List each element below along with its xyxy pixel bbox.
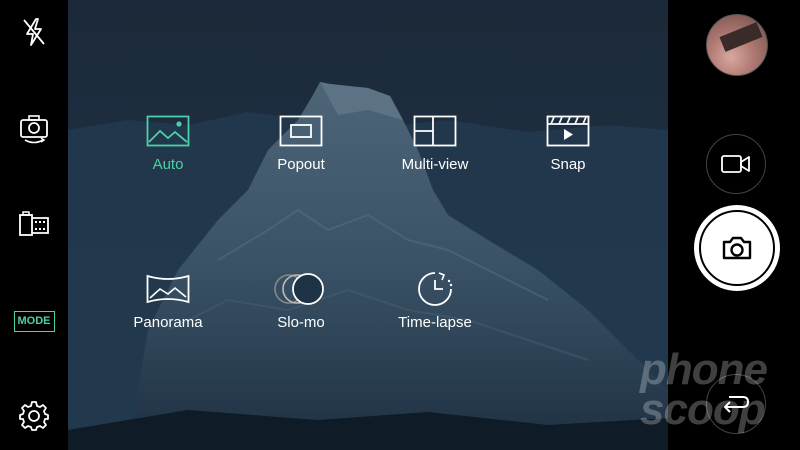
film-roll-icon[interactable] bbox=[14, 204, 54, 244]
mode-multi-view[interactable]: Multi-view bbox=[375, 114, 495, 173]
camera-viewfinder[interactable]: Auto Popout Multi-view Snap Panorama Slo… bbox=[68, 0, 668, 450]
gear-icon[interactable] bbox=[14, 396, 54, 436]
mode-label: Auto bbox=[152, 156, 184, 173]
mountain-scene bbox=[68, 0, 668, 450]
thumbnail-object bbox=[719, 22, 763, 52]
video-record-button[interactable] bbox=[706, 134, 766, 194]
left-toolbar: MODE bbox=[0, 0, 68, 450]
watermark: phone scoop bbox=[640, 345, 768, 434]
mode-label: MODE bbox=[13, 310, 55, 332]
switch-camera-icon[interactable] bbox=[14, 108, 54, 148]
mode-auto[interactable]: Auto bbox=[108, 114, 228, 173]
mode-label: Popout bbox=[277, 156, 325, 173]
mode-label: Slo-mo bbox=[277, 314, 325, 331]
shutter-ring bbox=[699, 210, 775, 286]
time-lapse-icon bbox=[375, 272, 495, 306]
mode-panorama[interactable]: Panorama bbox=[108, 272, 228, 331]
landscape-icon bbox=[108, 114, 228, 148]
mode-button[interactable]: MODE bbox=[13, 301, 55, 341]
multi-view-icon bbox=[375, 114, 495, 148]
popout-icon bbox=[241, 114, 361, 148]
mode-label: Multi-view bbox=[401, 156, 469, 173]
mode-label: Snap bbox=[550, 156, 586, 173]
mode-label: Time-lapse bbox=[398, 314, 472, 331]
shutter-button[interactable] bbox=[694, 205, 780, 291]
mode-snap[interactable]: Snap bbox=[508, 114, 628, 173]
panorama-icon bbox=[108, 272, 228, 306]
mode-time-lapse[interactable]: Time-lapse bbox=[375, 272, 495, 331]
gallery-thumbnail[interactable] bbox=[706, 14, 768, 76]
mode-slo-mo[interactable]: Slo-mo bbox=[241, 272, 361, 331]
mode-label: Panorama bbox=[133, 314, 203, 331]
watermark-line-2: scoop bbox=[640, 384, 766, 434]
slo-mo-icon bbox=[241, 272, 361, 306]
video-camera-icon bbox=[721, 155, 750, 173]
flash-off-icon[interactable] bbox=[14, 12, 54, 52]
camera-icon bbox=[722, 236, 752, 260]
watermark-line-1: phone bbox=[640, 345, 768, 394]
clapperboard-icon bbox=[508, 114, 628, 148]
mode-popout[interactable]: Popout bbox=[241, 114, 361, 173]
